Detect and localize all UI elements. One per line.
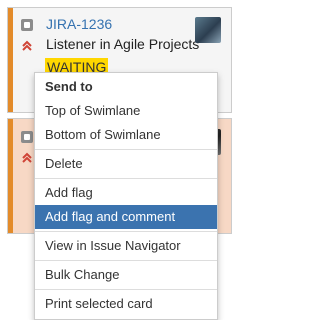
menu-divider (35, 289, 217, 290)
menu-item-print-selected-card[interactable]: Print selected card (35, 292, 217, 316)
assignee-avatar[interactable] (195, 17, 221, 43)
issue-key-link[interactable]: JIRA-1236 (46, 16, 112, 32)
agile-board: JIRA-1236 Listener in Agile Projects WAI… (0, 0, 250, 320)
issue-summary: Listener in Agile Projects (46, 36, 200, 52)
menu-item-bulk-change[interactable]: Bulk Change (35, 263, 217, 287)
priority-highest-icon (22, 40, 32, 51)
card-grabber[interactable] (8, 8, 13, 112)
issue-type-icon (21, 19, 33, 31)
menu-item-add-flag-and-comment[interactable]: Add flag and comment (35, 205, 217, 229)
card-context-menu: Send to Top of Swimlane Bottom of Swimla… (34, 72, 218, 320)
menu-section-send-to: Send to (45, 79, 93, 94)
menu-divider (35, 178, 217, 179)
card-grabber[interactable] (8, 119, 13, 233)
menu-item-view-in-issue-navigator[interactable]: View in Issue Navigator (35, 234, 217, 258)
menu-item-top-of-swimlane[interactable]: Top of Swimlane (35, 99, 217, 123)
menu-item-bottom-of-swimlane[interactable]: Bottom of Swimlane (35, 123, 217, 147)
menu-item-add-flag[interactable]: Add flag (35, 181, 217, 205)
menu-divider (35, 260, 217, 261)
priority-highest-icon (22, 152, 32, 163)
menu-item-delete[interactable]: Delete (35, 152, 217, 176)
menu-divider (35, 149, 217, 150)
menu-divider (35, 231, 217, 232)
issue-type-icon (21, 131, 33, 143)
